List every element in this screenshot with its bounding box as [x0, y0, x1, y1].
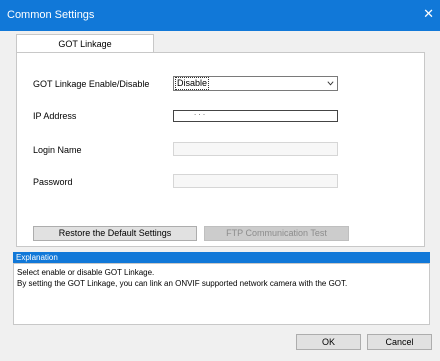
enable-disable-select[interactable]: Disable — [173, 76, 338, 91]
ip-address-field[interactable]: . . . — [173, 108, 338, 122]
password-label: Password — [33, 177, 73, 187]
close-icon[interactable]: ✕ — [423, 7, 434, 20]
tab-got-linkage[interactable]: GOT Linkage — [16, 34, 154, 53]
ip-address-separators: . . . — [194, 108, 206, 117]
password-field[interactable] — [173, 174, 338, 188]
ok-button[interactable]: OK — [296, 334, 361, 350]
chevron-down-icon — [327, 81, 334, 86]
login-name-label: Login Name — [33, 145, 82, 155]
enable-disable-label: GOT Linkage Enable/Disable — [33, 79, 150, 89]
cancel-button[interactable]: Cancel — [367, 334, 432, 350]
enable-disable-value: Disable — [174, 77, 210, 90]
explanation-line-2: By setting the GOT Linkage, you can link… — [17, 279, 348, 288]
explanation-box: Select enable or disable GOT Linkage. By… — [13, 263, 430, 325]
window-title: Common Settings — [7, 9, 95, 21]
explanation-header: Explanation — [13, 252, 430, 263]
ip-address-label: IP Address — [33, 111, 77, 121]
ftp-communication-test-button[interactable]: FTP Communication Test — [204, 226, 349, 241]
restore-defaults-button[interactable]: Restore the Default Settings — [33, 226, 197, 241]
explanation-line-1: Select enable or disable GOT Linkage. — [17, 268, 155, 277]
title-bar: Common Settings ✕ — [0, 0, 440, 31]
login-name-field[interactable] — [173, 142, 338, 156]
